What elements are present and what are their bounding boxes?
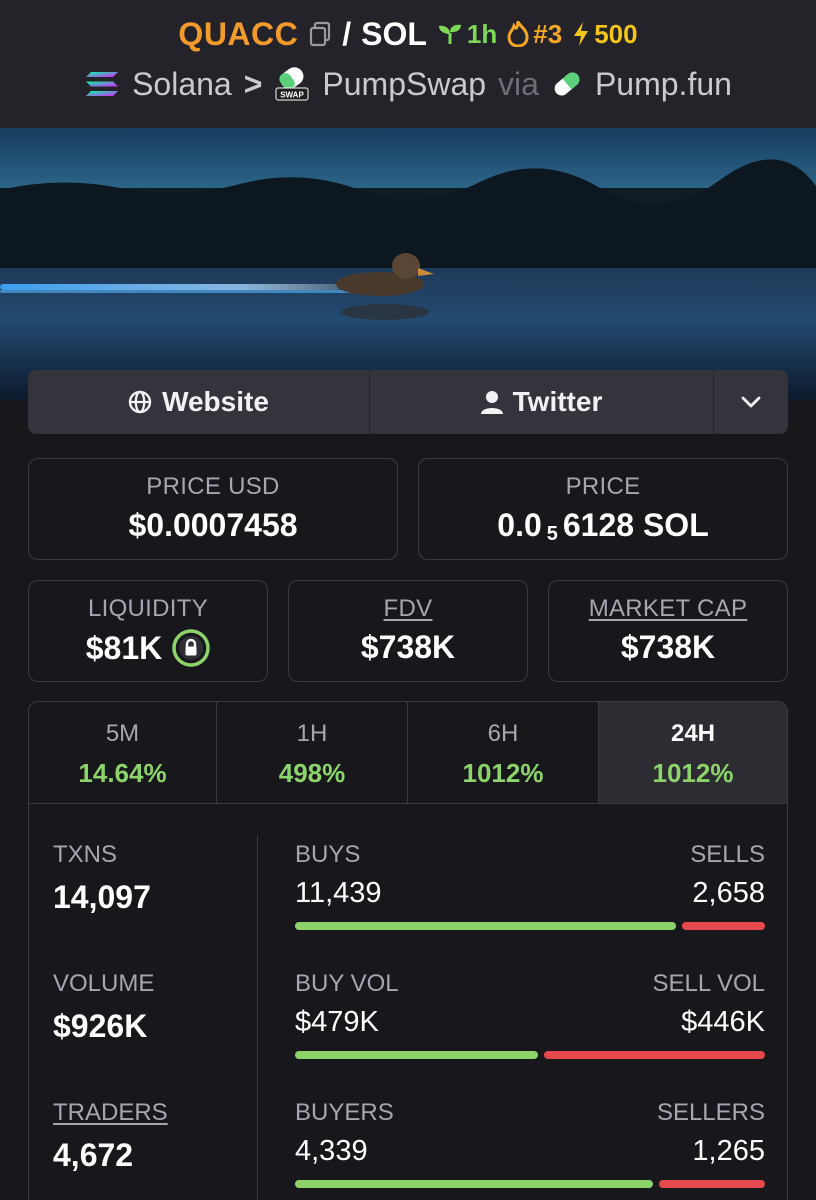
sellers-label: SELLERS bbox=[656, 1099, 765, 1126]
website-button[interactable]: Website bbox=[28, 370, 370, 434]
sell-vol-bar-segment bbox=[544, 1051, 765, 1059]
sell-vol-label: SELL VOL bbox=[652, 970, 765, 997]
liquidity-card: LIQUIDITY $81K bbox=[28, 580, 268, 682]
buy-vol-bar-segment bbox=[295, 1051, 538, 1059]
buys-sells-bar bbox=[295, 922, 765, 930]
twitter-button[interactable]: Twitter bbox=[370, 370, 714, 434]
buyers-label: BUYERS bbox=[295, 1099, 394, 1126]
tab-24h[interactable]: 24H 1012% bbox=[599, 702, 787, 803]
pumpswap-icon: SWAP bbox=[275, 67, 309, 101]
pill-icon bbox=[554, 72, 580, 96]
tab-6h[interactable]: 6H 1012% bbox=[408, 702, 599, 803]
fdv-label[interactable]: FDV bbox=[289, 595, 527, 623]
trending-rank-badge: #3 bbox=[507, 19, 562, 50]
buy-vol-value: $479K bbox=[295, 1006, 379, 1038]
quote-ticker: SOL bbox=[361, 15, 427, 52]
liquidity-value: $81K bbox=[29, 629, 267, 667]
fdv-card: FDV $738K bbox=[288, 580, 528, 682]
tab-1h[interactable]: 1H 498% bbox=[217, 702, 408, 803]
breadcrumb: Solana > SWAP PumpSwap via Pump.fun bbox=[0, 62, 816, 106]
sellers-bar-segment bbox=[659, 1180, 765, 1188]
fdv-value: $738K bbox=[360, 629, 456, 665]
volume-split-bar bbox=[295, 1051, 765, 1059]
traders-stat: TRADERS 4,672 bbox=[53, 1099, 168, 1173]
chain-link[interactable]: Solana bbox=[132, 66, 232, 103]
buyers-bar-segment bbox=[295, 1180, 653, 1188]
boost-badge: 500 bbox=[572, 18, 638, 50]
txns-stat: TXNS 14,097 bbox=[53, 841, 151, 915]
stats-panel: 5M 14.64% 1H 498% 6H 1012% 24H 1012% TXN… bbox=[28, 701, 788, 1200]
liquidity-label: LIQUIDITY bbox=[87, 595, 209, 622]
market-cap-value: $738K bbox=[620, 629, 716, 665]
buyers-sellers-stat: BUYERS SELLERS 4,339 1,265 bbox=[295, 1099, 765, 1188]
boost-value: 500 bbox=[594, 18, 638, 49]
price-native-label: PRICE bbox=[565, 473, 641, 500]
pair-title-row: QUACC / SOL 1h #3 500 bbox=[0, 14, 816, 54]
lightning-icon bbox=[574, 22, 589, 46]
breadcrumb-separator: > bbox=[243, 65, 263, 102]
sells-label: SELLS bbox=[690, 841, 765, 868]
volume-stat: VOLUME $926K bbox=[53, 970, 155, 1044]
price-usd-value: $0.0007458 bbox=[128, 507, 298, 543]
base-ticker: QUACC bbox=[178, 15, 299, 52]
volume-split-stat: BUY VOL SELL VOL $479K $446K bbox=[295, 970, 765, 1059]
twitter-label: Twitter bbox=[512, 386, 603, 417]
traders-label[interactable]: TRADERS bbox=[53, 1099, 168, 1127]
tab-5m[interactable]: 5M 14.64% bbox=[29, 702, 217, 803]
buys-bar-segment bbox=[295, 922, 676, 930]
buy-vol-label: BUY VOL bbox=[295, 970, 399, 997]
globe-icon bbox=[128, 390, 152, 414]
market-cap-card: MARKET CAP $738K bbox=[548, 580, 788, 682]
launchpad-link[interactable]: Pump.fun bbox=[595, 66, 732, 103]
pair-header: QUACC / SOL 1h #3 500 Solana > SWAP Pump… bbox=[0, 0, 816, 128]
sell-vol-value: $446K bbox=[681, 1006, 765, 1038]
solana-icon bbox=[86, 72, 119, 96]
dex-link[interactable]: PumpSwap bbox=[322, 66, 486, 103]
copy-icon[interactable] bbox=[308, 21, 332, 47]
buys-sells-stat: BUYS SELLS 11,439 2,658 bbox=[295, 841, 765, 930]
price-native-card: PRICE 0.0 5 6128 SOL bbox=[418, 458, 788, 560]
social-links-bar: Website Twitter bbox=[28, 370, 788, 434]
price-usd-card: PRICE USD $0.0007458 bbox=[28, 458, 398, 560]
sells-value: 2,658 bbox=[692, 877, 765, 909]
token-banner-image bbox=[0, 128, 816, 400]
website-label: Website bbox=[162, 386, 269, 417]
price-usd-label: PRICE USD bbox=[146, 473, 280, 500]
timeframe-tabs: 5M 14.64% 1H 498% 6H 1012% 24H 1012% bbox=[29, 702, 787, 804]
chevron-down-icon bbox=[741, 396, 761, 408]
via-label: via bbox=[498, 65, 539, 102]
buys-label: BUYS bbox=[295, 841, 361, 868]
price-native-value: 0.0 5 6128 SOL bbox=[497, 507, 709, 545]
trade-stats: TXNS 14,097 VOLUME $926K TRADERS 4,672 B… bbox=[29, 805, 787, 1200]
more-links-button[interactable] bbox=[714, 370, 788, 434]
buyers-sellers-bar bbox=[295, 1180, 765, 1188]
lock-icon[interactable] bbox=[172, 629, 210, 667]
user-icon bbox=[480, 391, 503, 414]
rank-value: #3 bbox=[533, 18, 563, 49]
sells-bar-segment bbox=[682, 922, 765, 930]
stats-divider bbox=[257, 835, 258, 1200]
buys-value: 11,439 bbox=[295, 877, 382, 909]
market-cap-label[interactable]: MARKET CAP bbox=[549, 595, 787, 623]
svg-text:SWAP: SWAP bbox=[281, 91, 305, 100]
sellers-value: 1,265 bbox=[692, 1135, 765, 1167]
age-value: 1h bbox=[466, 18, 498, 49]
flame-icon bbox=[507, 21, 529, 47]
pair-slash: / bbox=[342, 15, 352, 52]
buyers-value: 4,339 bbox=[295, 1135, 368, 1167]
sprout-icon bbox=[438, 24, 461, 44]
age-badge: 1h bbox=[437, 19, 497, 50]
